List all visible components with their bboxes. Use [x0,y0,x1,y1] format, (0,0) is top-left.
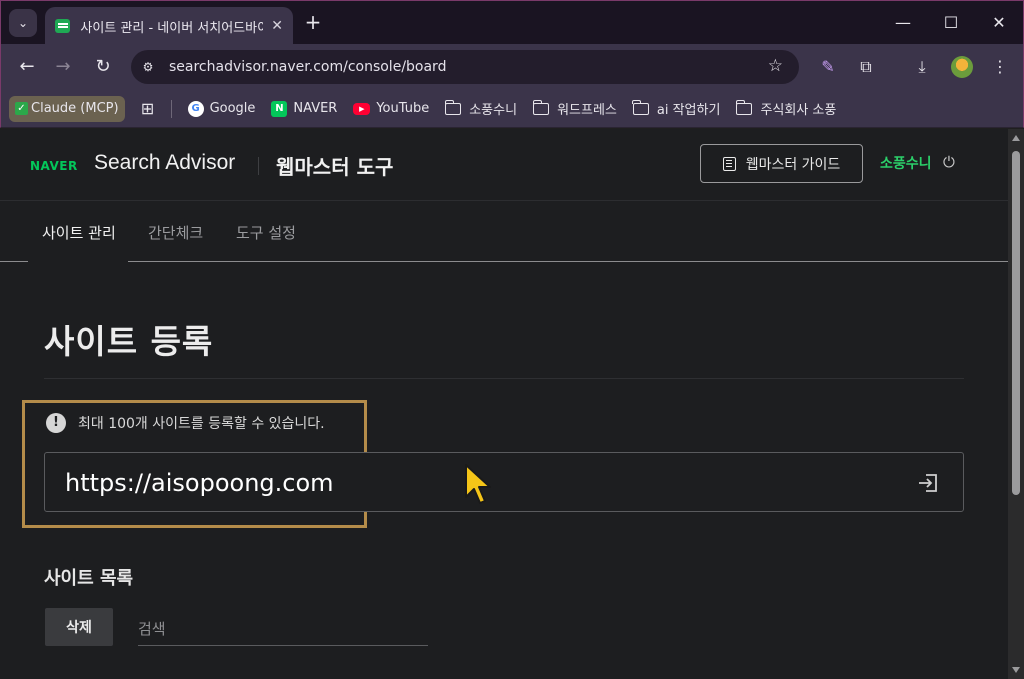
user-name[interactable]: 소풍수니 [880,153,932,173]
bookmark-label: Google [209,101,256,116]
tab-title: 사이트 관리 - 네이버 서치어드바이저 [80,20,264,36]
tab-close-icon[interactable]: ✕ [271,18,283,34]
scroll-thumb[interactable] [1012,151,1020,495]
document-list-icon [722,156,736,171]
bookmark-folder-company[interactable]: 주식회사 소풍 [728,96,844,122]
minimize-button[interactable]: — [889,9,917,37]
reload-icon[interactable]: ↻ [89,53,117,81]
profile-avatar[interactable] [951,56,973,78]
bookmark-label: 주식회사 소풍 [760,103,837,118]
site-search-input[interactable] [138,612,428,646]
tab-tool-settings[interactable]: 도구 설정 [236,222,296,243]
bookmark-folder-sopoong[interactable]: 소풍수니 [437,96,525,122]
bookmark-folder-wordpress[interactable]: 워드프레스 [525,96,625,122]
back-arrow-icon[interactable]: ← [13,53,41,81]
bookmark-naver[interactable]: N NAVER [263,96,345,122]
google-icon: G [187,100,204,117]
bookmark-google[interactable]: G Google [180,96,264,122]
header-divider [258,157,259,175]
submit-enter-icon[interactable] [917,472,939,494]
folder-icon [444,99,462,115]
maximize-button[interactable]: ☐ [937,9,965,37]
naver-icon: N [271,100,288,117]
scroll-up-arrow-icon[interactable] [1012,135,1020,141]
tab-search-button[interactable]: ⌄ [9,9,37,37]
bookmark-label: YouTube [376,101,430,116]
new-tab-button[interactable]: + [301,11,325,35]
site-header: NAVER Search Advisor 웹마스터 도구 웹마스터 가이드 소풍… [0,129,1008,201]
bookmarks-bar: ✓ Claude (MCP) ⊞ G Google N NAVER ▶ YouT… [0,90,1024,128]
address-bar[interactable]: ⚙ searchadvisor.naver.com/console/board … [131,50,799,84]
apps-grid-icon[interactable]: ⊞ [133,96,163,122]
search-advisor-favicon-icon [55,19,71,33]
tab-simple-check[interactable]: 간단체크 [148,222,203,243]
extensions-puzzle-icon[interactable]: ⧉ [853,54,879,80]
folder-icon [632,99,649,115]
search-advisor-title[interactable]: Search Advisor [94,151,235,175]
mouse-pointer-icon [465,464,491,504]
close-window-button[interactable]: ✕ [985,9,1013,37]
site-info-icon[interactable]: ⚙ [137,56,159,78]
browser-toolbar: ← → ↻ ⚙ searchadvisor.naver.com/console/… [0,44,1024,90]
exclamation-icon: ! [46,413,66,433]
bookmark-separator [170,99,172,118]
menu-kebab-icon[interactable]: ⋮ [987,54,1013,80]
folder-icon [532,99,550,115]
check-icon: ✓ [15,102,28,115]
youtube-icon: ▶ [353,102,371,115]
bookmark-claude[interactable]: ✓ Claude (MCP) [9,95,125,122]
bookmark-label: NAVER [293,101,338,116]
bookmark-label: ai 작업하기 [656,103,721,118]
page-scrollbar[interactable] [1008,129,1024,679]
sub-navigation: 사이트 관리 간단체크 도구 설정 [0,202,1008,262]
webmaster-tools-title[interactable]: 웹마스터 도구 [276,151,393,180]
logout-power-icon[interactable]: ⏻ [943,153,955,171]
forward-arrow-icon[interactable]: → [49,53,77,81]
delete-button[interactable]: 삭제 [45,608,113,646]
naver-logo[interactable]: NAVER [30,159,78,173]
guide-button-label: 웹마스터 가이드 [745,156,841,173]
tab-site-management[interactable]: 사이트 관리 [42,222,116,243]
bookmark-label: Claude (MCP) [31,101,119,116]
scroll-down-arrow-icon[interactable] [1012,667,1020,673]
title-divider [44,378,964,379]
browser-tabstrip: ⌄ 사이트 관리 - 네이버 서치어드바이저 ✕ + — ☐ ✕ [0,0,1024,45]
bookmark-star-icon[interactable]: ☆ [768,56,783,76]
bookmark-label: 소풍수니 [469,103,518,118]
browser-tab-active[interactable]: 사이트 관리 - 네이버 서치어드바이저 ✕ [45,7,293,45]
notice-text: 최대 100개 사이트를 등록할 수 있습니다. [78,416,325,432]
url-text[interactable]: searchadvisor.naver.com/console/board [169,59,446,75]
webmaster-guide-button[interactable]: 웹마스터 가이드 [700,144,863,183]
active-tab-indicator [28,260,128,262]
bookmark-youtube[interactable]: ▶ YouTube [345,96,437,122]
site-limit-notice: ! 최대 100개 사이트를 등록할 수 있습니다. [46,413,325,433]
download-icon[interactable]: ⤓ [909,54,935,80]
feather-extension-icon[interactable]: ✎ [815,54,841,80]
site-list-title: 사이트 목록 [44,568,134,589]
bookmark-folder-ai[interactable]: ai 작업하기 [625,96,729,122]
folder-icon [735,99,753,115]
page-title: 사이트 등록 [44,322,214,361]
site-url-field [44,452,964,512]
page-content: NAVER Search Advisor 웹마스터 도구 웹마스터 가이드 소풍… [0,129,1008,679]
bookmark-label: 워드프레스 [557,103,617,118]
